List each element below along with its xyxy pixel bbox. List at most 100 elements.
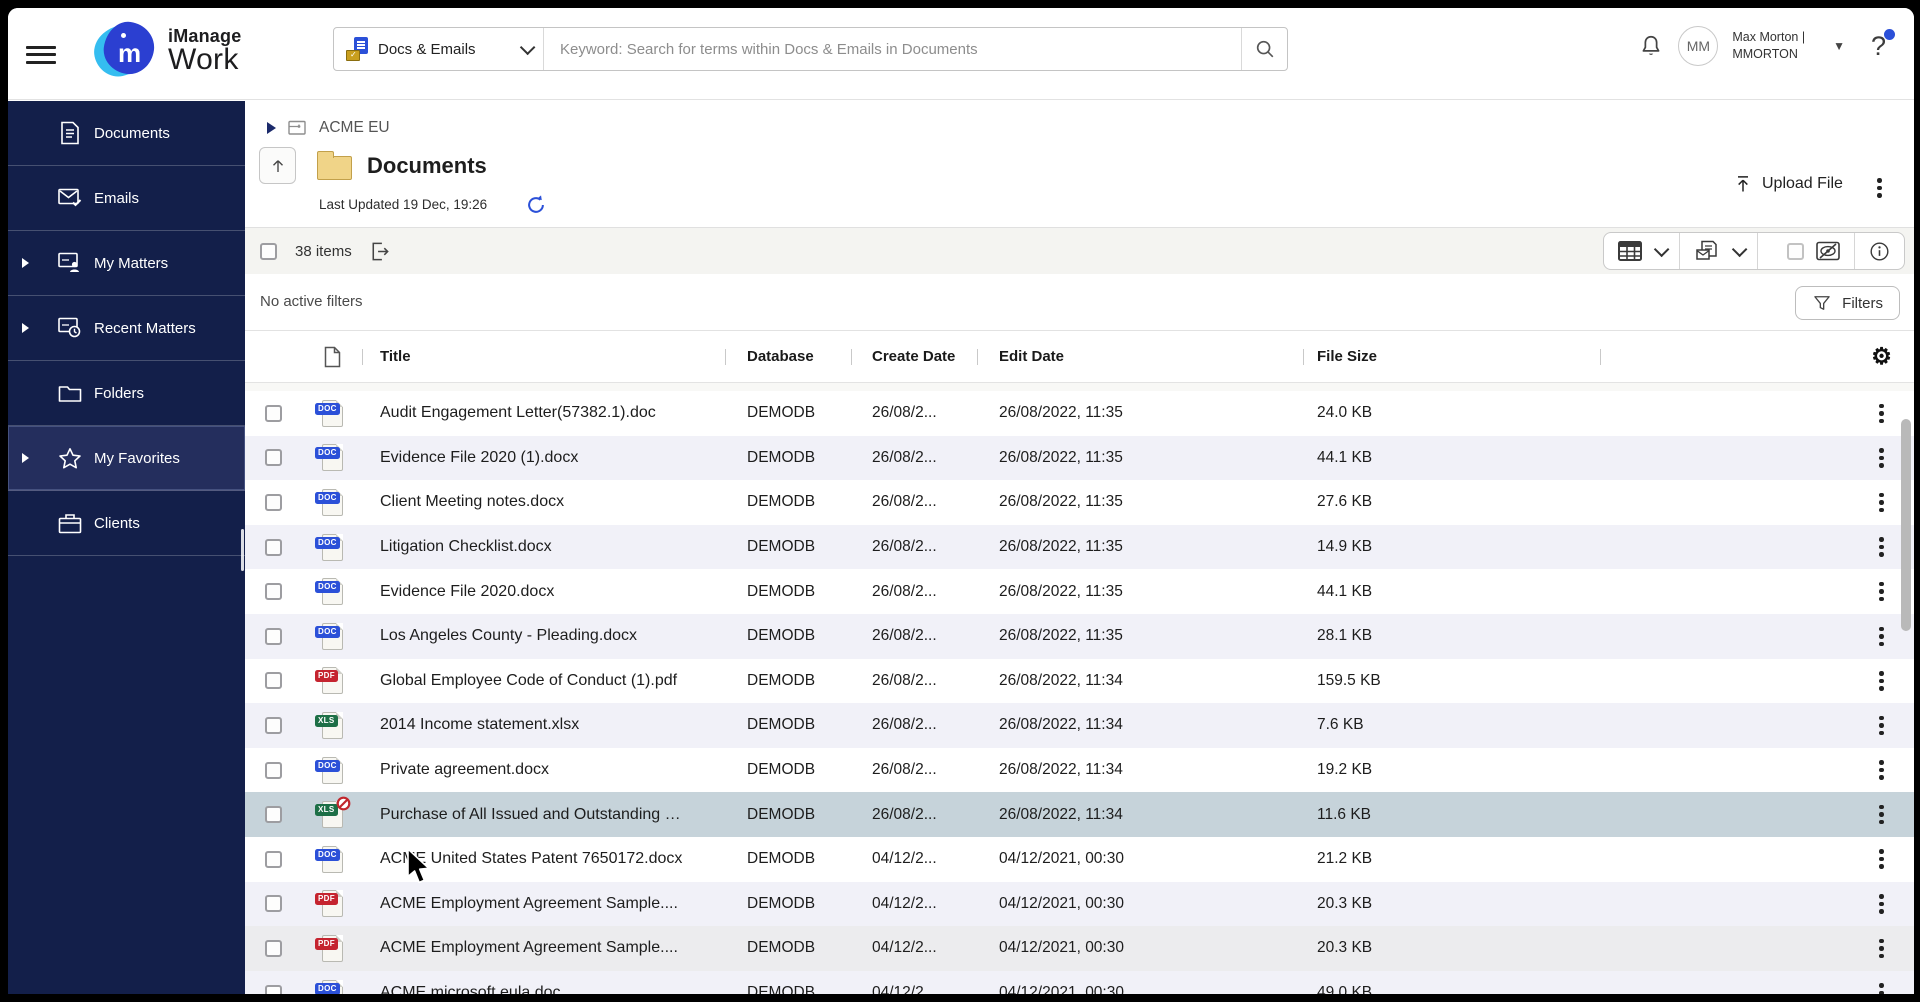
table-row[interactable]: DOC ACME microsoft eula.doc DEMODB 04/12/2.… (245, 970, 1914, 994)
navigate-up-button[interactable] (259, 147, 296, 184)
doc-title[interactable]: Los Angeles County - Pleading.docx (362, 614, 725, 659)
table-row[interactable]: XLS Purchase of All Issued and Outstandin… (245, 792, 1914, 837)
row-actions-menu[interactable] (1872, 579, 1892, 605)
table-row[interactable]: DOC Audit Engagement Letter(57382.1).doc D… (245, 391, 1914, 436)
email-view-selector[interactable] (1680, 233, 1758, 269)
preview-toggle-segment[interactable] (1758, 233, 1855, 269)
notifications-bell-icon[interactable] (1638, 33, 1664, 59)
row-checkbox[interactable] (265, 493, 282, 511)
search-button[interactable] (1241, 28, 1287, 70)
expand-arrow-icon[interactable] (22, 453, 29, 463)
row-actions-menu[interactable] (1872, 891, 1892, 917)
table-row[interactable]: DOC Client Meeting notes.docx DEMODB 26/08/… (245, 480, 1914, 525)
file-icon-cell: DOC (302, 436, 362, 481)
sidebar-item-clients[interactable]: Clients (8, 491, 245, 556)
doc-title[interactable]: Global Employee Code of Conduct (1).pdf (362, 659, 725, 704)
row-actions-menu[interactable] (1872, 401, 1892, 427)
preview-checkbox[interactable] (1787, 242, 1804, 260)
user-menu-caret-icon[interactable]: ▼ (1833, 39, 1845, 53)
refresh-icon[interactable] (525, 194, 547, 216)
upload-file-button[interactable]: Upload File (1733, 173, 1843, 195)
file-type-badge: DOC (314, 402, 341, 415)
row-actions-menu[interactable] (1872, 668, 1892, 694)
search-scope-dropdown[interactable]: Docs & Emails (334, 28, 544, 70)
expand-arrow-icon[interactable] (22, 258, 29, 268)
row-actions-menu[interactable] (1872, 936, 1892, 962)
doc-title[interactable]: ACME microsoft eula.doc (362, 971, 725, 994)
search-input[interactable] (560, 40, 1225, 58)
row-checkbox[interactable] (265, 583, 282, 601)
row-checkbox[interactable] (265, 984, 282, 994)
table-row[interactable]: XLS 2014 Income statement.xlsx DEMODB 26/08… (245, 703, 1914, 748)
row-actions-menu[interactable] (1872, 534, 1892, 560)
doc-title[interactable]: Litigation Checklist.docx (362, 525, 725, 570)
row-checkbox[interactable] (265, 538, 282, 556)
column-header-file-size[interactable]: File Size (1303, 331, 1600, 382)
row-checkbox[interactable] (265, 672, 282, 690)
row-checkbox[interactable] (265, 627, 282, 645)
sidebar-item-my-matters[interactable]: My Matters (8, 231, 245, 296)
sidebar-item-emails[interactable]: Emails (8, 166, 245, 231)
column-settings-gear-icon[interactable]: ⚙ (1871, 343, 1892, 370)
help-icon[interactable]: ? (1871, 28, 1895, 62)
row-checkbox[interactable] (265, 939, 282, 957)
column-header-edit-date[interactable]: Edit Date (977, 331, 1303, 382)
row-actions-menu[interactable] (1872, 757, 1892, 783)
column-header-title[interactable]: Title (362, 331, 725, 382)
row-actions-menu[interactable] (1872, 980, 1892, 994)
row-checkbox[interactable] (265, 404, 282, 422)
column-header-database[interactable]: Database (725, 331, 851, 382)
row-actions-menu[interactable] (1872, 713, 1892, 739)
select-all-checkbox[interactable] (260, 242, 277, 260)
info-button[interactable] (1855, 233, 1904, 269)
doc-title[interactable]: Client Meeting notes.docx (362, 480, 725, 525)
cell-create-date: 26/08/2... (872, 582, 937, 600)
sidebar-item-folders[interactable]: Folders (8, 361, 245, 426)
breadcrumb: ACME EU (267, 119, 390, 137)
breadcrumb-workspace-name[interactable]: ACME EU (319, 119, 390, 137)
row-checkbox[interactable] (265, 806, 282, 824)
doc-title[interactable]: Evidence File 2020.docx (362, 569, 725, 614)
more-options-icon[interactable] (1877, 175, 1882, 201)
doc-title[interactable]: Evidence File 2020 (1).docx (362, 436, 725, 481)
hamburger-menu-icon[interactable] (26, 41, 56, 65)
doc-title[interactable]: ACME Employment Agreement Sample.... (362, 882, 725, 927)
row-actions-menu[interactable] (1872, 624, 1892, 650)
row-actions-cell (1849, 792, 1914, 837)
doc-title[interactable]: ACME Employment Agreement Sample.... (362, 926, 725, 971)
sidebar-item-recent-matters[interactable]: Recent Matters (8, 296, 245, 361)
table-row[interactable]: PDF ACME Employment Agreement Sample.... D… (245, 926, 1914, 971)
doc-title[interactable]: Purchase of All Issued and Outstanding … (362, 792, 725, 837)
row-checkbox[interactable] (265, 895, 282, 913)
table-row[interactable]: PDF ACME Employment Agreement Sample.... D… (245, 881, 1914, 927)
table-view-selector[interactable] (1604, 233, 1680, 269)
table-row[interactable]: DOC Evidence File 2020.docx DEMODB 26/08/2.… (245, 569, 1914, 614)
avatar[interactable]: MM (1678, 26, 1719, 66)
doc-title[interactable]: Private agreement.docx (362, 748, 725, 793)
table-row[interactable]: DOC ACME United States Patent 7650172.doc… (245, 836, 1914, 882)
row-actions-menu[interactable] (1872, 802, 1892, 828)
row-checkbox[interactable] (265, 449, 282, 467)
vertical-scrollbar[interactable] (1901, 419, 1911, 631)
doc-title[interactable]: ACME United States Patent 7650172.docx (362, 837, 725, 882)
expand-arrow-icon[interactable] (22, 323, 29, 333)
row-checkbox[interactable] (265, 761, 282, 779)
table-row[interactable]: DOC Los Angeles County - Pleading.docx DEM… (245, 613, 1914, 659)
table-row[interactable]: DOC Evidence File 2020 (1).docx DEMODB 26/0… (245, 435, 1914, 481)
row-checkbox[interactable] (265, 850, 282, 868)
sidebar-item-documents[interactable]: Documents (8, 101, 245, 166)
sidebar-item-my-favorites[interactable]: My Favorites (8, 426, 245, 491)
export-icon[interactable] (368, 240, 391, 263)
expand-workspace-icon[interactable] (267, 122, 276, 134)
table-row[interactable]: PDF Global Employee Code of Conduct (1).p… (245, 658, 1914, 704)
row-actions-menu[interactable] (1872, 846, 1892, 872)
table-row[interactable]: DOC Private agreement.docx DEMODB 26/08/2..… (245, 747, 1914, 793)
row-actions-menu[interactable] (1872, 445, 1892, 471)
filters-button[interactable]: Filters (1795, 286, 1900, 320)
column-header-create-date[interactable]: Create Date (851, 331, 977, 382)
row-checkbox[interactable] (265, 716, 282, 734)
doc-title[interactable]: 2014 Income statement.xlsx (362, 703, 725, 748)
row-actions-menu[interactable] (1872, 490, 1892, 516)
doc-title[interactable]: Audit Engagement Letter(57382.1).doc (362, 391, 725, 436)
table-row[interactable]: DOC Litigation Checklist.docx DEMODB 26/08/… (245, 524, 1914, 570)
